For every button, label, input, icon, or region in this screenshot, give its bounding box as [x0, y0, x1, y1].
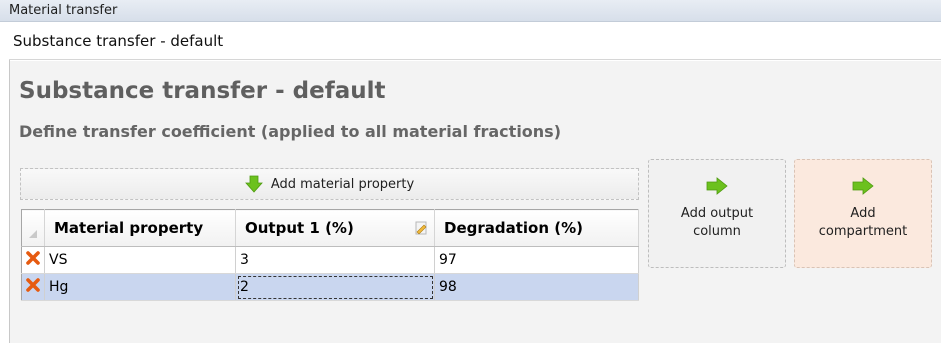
delete-x-icon — [26, 278, 40, 292]
green-right-arrow-icon — [706, 177, 728, 195]
cell-material-property[interactable]: Hg — [44, 273, 236, 301]
delete-x-icon — [26, 251, 40, 265]
add-material-property-button[interactable]: Add material property — [20, 168, 639, 200]
green-right-arrow-icon — [852, 177, 874, 195]
table-row[interactable]: Hg 2 98 — [21, 273, 639, 301]
green-down-arrow-icon — [244, 175, 263, 193]
table-header-row: Material property Output 1 (%) Degradati… — [21, 209, 639, 247]
delete-row-button[interactable] — [21, 273, 45, 301]
table-row[interactable]: VS 3 97 — [21, 246, 639, 274]
section-subtitle: Define transfer coefficient (applied to … — [19, 122, 562, 141]
cell-output-1[interactable]: 2 — [235, 273, 435, 301]
transfer-coefficient-table: Material property Output 1 (%) Degradati… — [21, 209, 639, 301]
window-title: Material transfer — [0, 0, 941, 22]
pencil-icon[interactable] — [414, 221, 428, 235]
add-material-property-label: Add material property — [270, 176, 415, 192]
add-output-column-button[interactable]: Add output column — [648, 159, 786, 268]
add-output-column-label: Add output column — [680, 206, 754, 239]
cell-degradation[interactable]: 97 — [434, 246, 639, 274]
column-header-output-1-label: Output 1 (%) — [245, 219, 354, 237]
delete-row-button[interactable] — [21, 246, 45, 274]
corner-triangle-icon — [29, 230, 37, 238]
cell-degradation[interactable]: 98 — [434, 273, 639, 301]
cell-material-property[interactable]: VS — [44, 246, 236, 274]
select-all-corner[interactable] — [21, 209, 45, 247]
add-compartment-label: Add compartment — [818, 206, 908, 239]
column-header-output-1[interactable]: Output 1 (%) — [235, 209, 435, 247]
column-header-degradation[interactable]: Degradation (%) — [434, 209, 639, 247]
add-compartment-button[interactable]: Add compartment — [794, 159, 932, 268]
transfer-selector[interactable]: Substance transfer - default — [9, 23, 941, 60]
column-header-material-property[interactable]: Material property — [44, 209, 236, 247]
page-title: Substance transfer - default — [19, 78, 386, 104]
cell-output-1[interactable]: 3 — [235, 246, 435, 274]
